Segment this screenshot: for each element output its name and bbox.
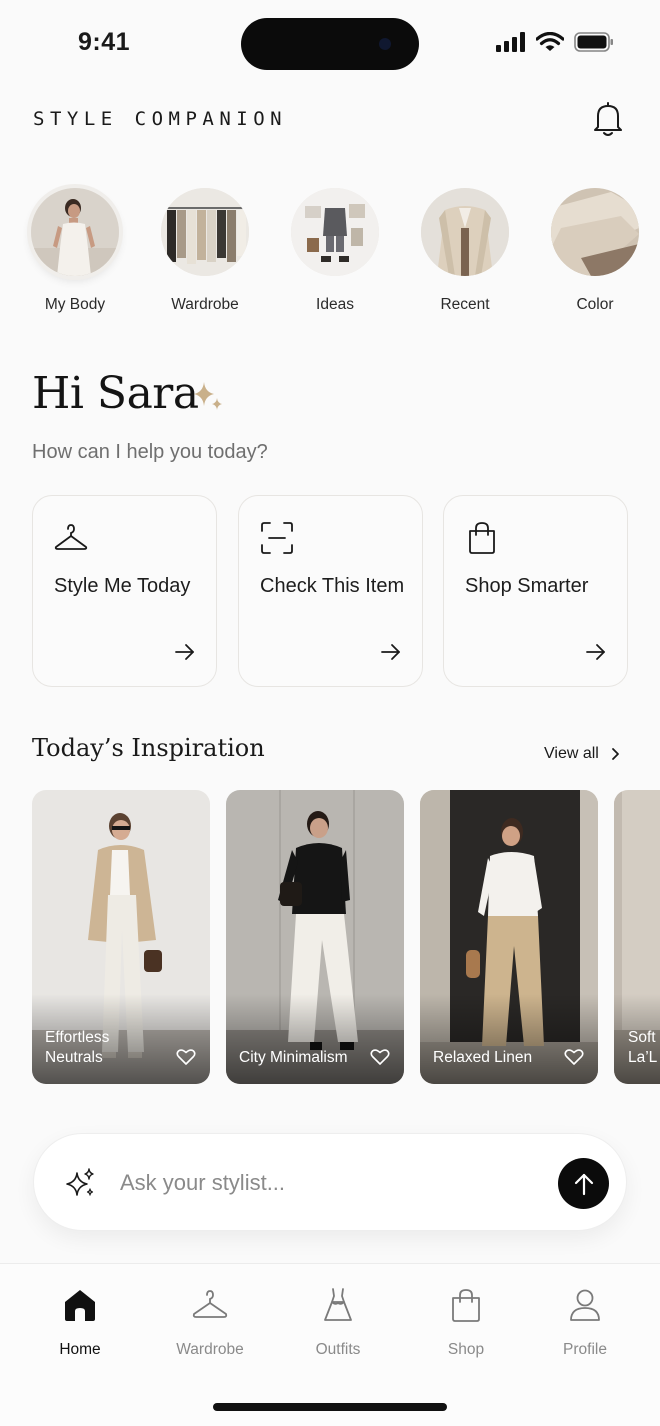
arrow-up-icon	[574, 1173, 593, 1195]
story-label: Recent	[440, 296, 490, 313]
story-label: Color	[576, 296, 614, 313]
story-label: My Body	[44, 296, 106, 313]
heart-icon[interactable]	[370, 1048, 390, 1066]
tab-label: Shop	[447, 1341, 485, 1358]
bottom-tab-bar: Home Wardrobe Outfits Shop Profile	[0, 1263, 660, 1426]
hanger-icon	[192, 1290, 228, 1318]
style-me-today-card[interactable]: Style Me Today	[32, 495, 217, 687]
sparkle-icon	[194, 382, 222, 410]
ask-stylist-bar	[33, 1133, 627, 1231]
shopping-bag-icon	[452, 1289, 480, 1322]
view-all-link[interactable]: View all	[544, 745, 620, 763]
inspiration-title: Today’s Inspiration	[32, 734, 265, 762]
story-color[interactable]: Color	[540, 188, 650, 314]
app-title: STYLE COMPANION	[33, 108, 288, 130]
user-icon	[570, 1289, 600, 1321]
story-recent-image	[421, 188, 509, 276]
status-time: 9:41	[78, 28, 131, 56]
dress-icon	[324, 1288, 352, 1321]
inspiration-caption: City Minimalism	[239, 1049, 348, 1066]
greeting-subtitle: How can I help you today?	[32, 441, 268, 463]
story-wardrobe[interactable]: Wardrobe	[150, 188, 260, 314]
check-this-item-card[interactable]: Check This Item	[238, 495, 423, 687]
arrow-right-icon	[175, 644, 194, 660]
story-ideas[interactable]: Ideas	[280, 188, 390, 314]
story-recent[interactable]: Recent	[410, 188, 520, 314]
dynamic-island	[241, 18, 419, 70]
bell-icon[interactable]	[590, 100, 626, 138]
arrow-right-icon	[381, 644, 400, 660]
tab-label: Profile	[563, 1341, 607, 1358]
action-label: Shop Smarter	[465, 575, 589, 597]
battery-icon	[574, 32, 613, 52]
cellular-signal-icon	[496, 32, 525, 52]
story-wardrobe-image	[161, 188, 249, 276]
view-all-label: View all	[544, 745, 599, 762]
action-label: Check This Item	[260, 575, 405, 597]
story-label: Wardrobe	[171, 296, 239, 313]
action-label: Style Me Today	[54, 575, 191, 597]
story-my-body-image	[31, 188, 119, 276]
send-button[interactable]	[558, 1158, 609, 1209]
tab-home[interactable]: Home	[25, 1286, 135, 1359]
tab-wardrobe[interactable]: Wardrobe	[155, 1286, 265, 1359]
story-my-body[interactable]: My Body	[20, 188, 130, 314]
story-color-image	[551, 188, 639, 276]
shopping-bag-icon	[469, 522, 495, 554]
arrow-right-icon	[586, 644, 605, 660]
heart-icon[interactable]	[564, 1048, 584, 1066]
chevron-right-icon	[611, 748, 619, 760]
sparkle-icon	[66, 1168, 94, 1196]
tab-label: Home	[59, 1341, 101, 1358]
tab-label: Wardrobe	[176, 1341, 244, 1358]
hanger-icon	[54, 524, 88, 550]
status-bar: 9:41	[0, 0, 660, 90]
ask-stylist-input[interactable]	[120, 1164, 520, 1202]
story-ideas-image	[291, 188, 379, 276]
status-icons	[496, 32, 614, 52]
inspiration-card[interactable]: Effortless Neutrals	[32, 790, 210, 1084]
greeting-title: Hi Sara	[32, 368, 199, 419]
inspiration-caption: Effortless Neutrals	[45, 1029, 110, 1066]
home-icon	[65, 1290, 95, 1321]
shop-smarter-card[interactable]: Shop Smarter	[443, 495, 628, 687]
tab-outfits[interactable]: Outfits	[283, 1286, 393, 1359]
story-label: Ideas	[316, 296, 354, 313]
tab-shop[interactable]: Shop	[411, 1286, 521, 1359]
inspiration-caption: Relaxed Linen	[433, 1049, 533, 1066]
scan-icon	[261, 522, 293, 554]
inspiration-card[interactable]: Soft La’L	[614, 790, 660, 1084]
wifi-icon	[536, 32, 564, 51]
tab-label: Outfits	[315, 1341, 361, 1358]
inspiration-card[interactable]: City Minimalism	[226, 790, 404, 1084]
tab-profile[interactable]: Profile	[530, 1286, 640, 1359]
inspiration-caption: Soft La’L	[628, 1029, 658, 1066]
category-stories: My Body Wardrobe Ideas Recent Color	[0, 188, 660, 318]
home-indicator	[213, 1403, 447, 1411]
heart-icon[interactable]	[176, 1048, 196, 1066]
inspiration-card[interactable]: Relaxed Linen	[420, 790, 598, 1084]
